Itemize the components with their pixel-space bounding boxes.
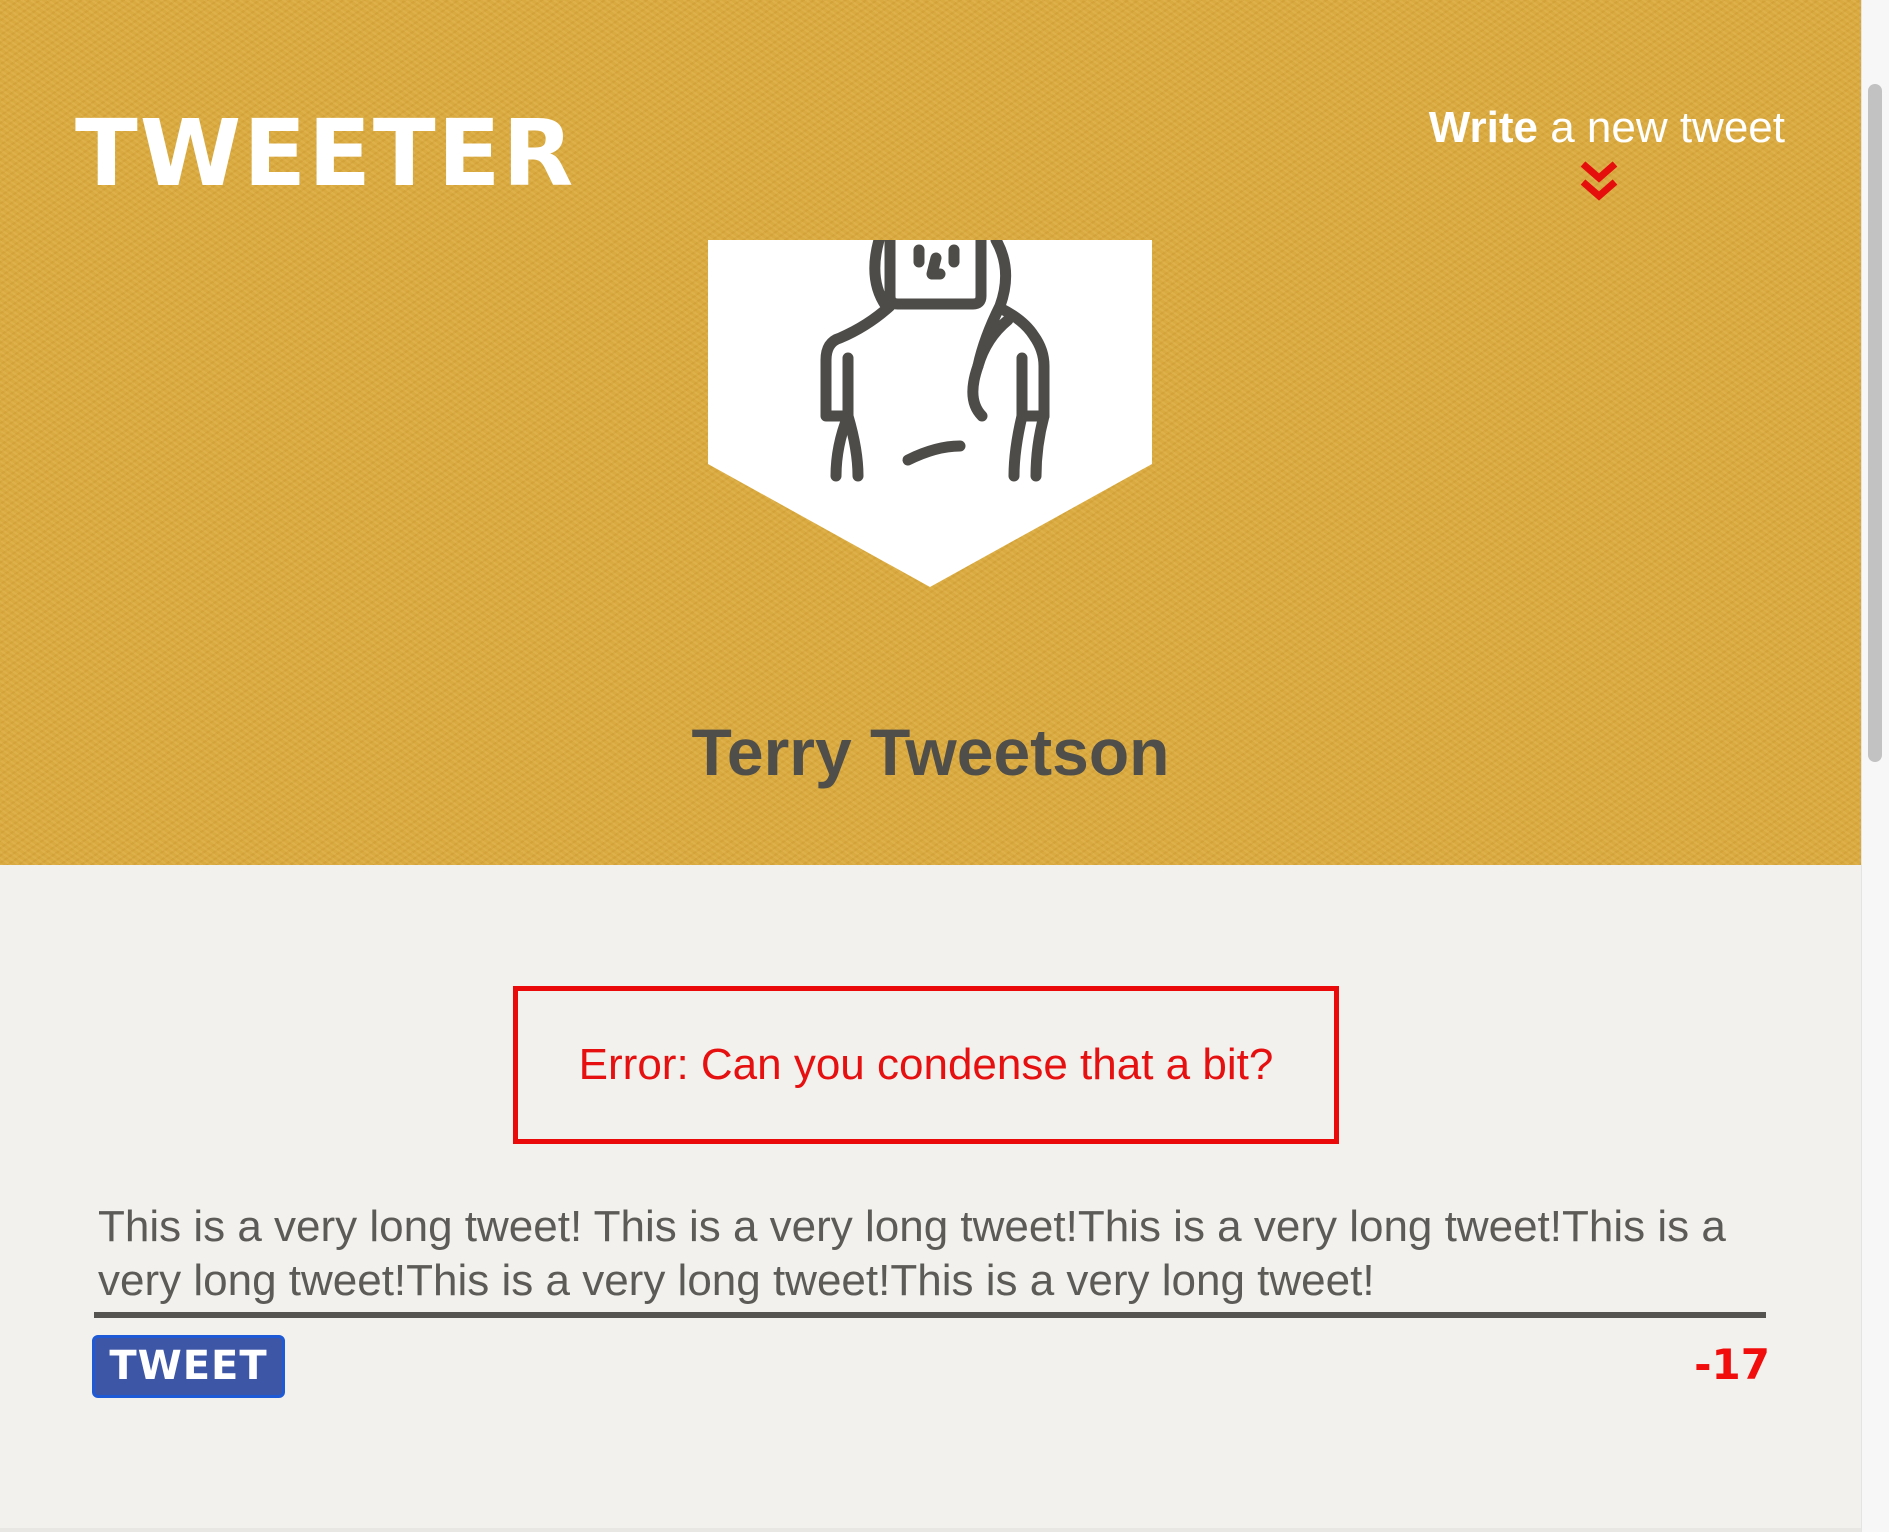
- page-bottom-edge: [0, 1528, 1861, 1532]
- page: TWEETER Write a new tweet Terry Tweetson…: [0, 0, 1889, 1532]
- vertical-scrollbar[interactable]: [1861, 0, 1889, 1532]
- double-chevron-down-icon[interactable]: [1577, 158, 1621, 204]
- tweet-button[interactable]: TWEET: [92, 1335, 285, 1398]
- tweet-textarea[interactable]: This is a very long tweet! This is a ver…: [94, 1200, 1766, 1318]
- brand-logo: TWEETER: [75, 100, 576, 207]
- write-new-tweet-link[interactable]: Write a new tweet: [1410, 98, 1785, 158]
- scrollbar-thumb[interactable]: [1868, 84, 1882, 762]
- error-message-box: Error: Can you condense that a bit?: [513, 986, 1339, 1144]
- error-message: Error: Can you condense that a bit?: [578, 1040, 1274, 1089]
- compose-link-rest: a new tweet: [1537, 103, 1785, 152]
- person-avatar-icon: [708, 240, 1152, 587]
- character-counter: -17: [1694, 1340, 1770, 1389]
- compose-link-bold: Write: [1428, 103, 1538, 152]
- profile-header: TWEETER Write a new tweet Terry Tweetson: [0, 0, 1861, 865]
- profile-name: Terry Tweetson: [691, 715, 1170, 789]
